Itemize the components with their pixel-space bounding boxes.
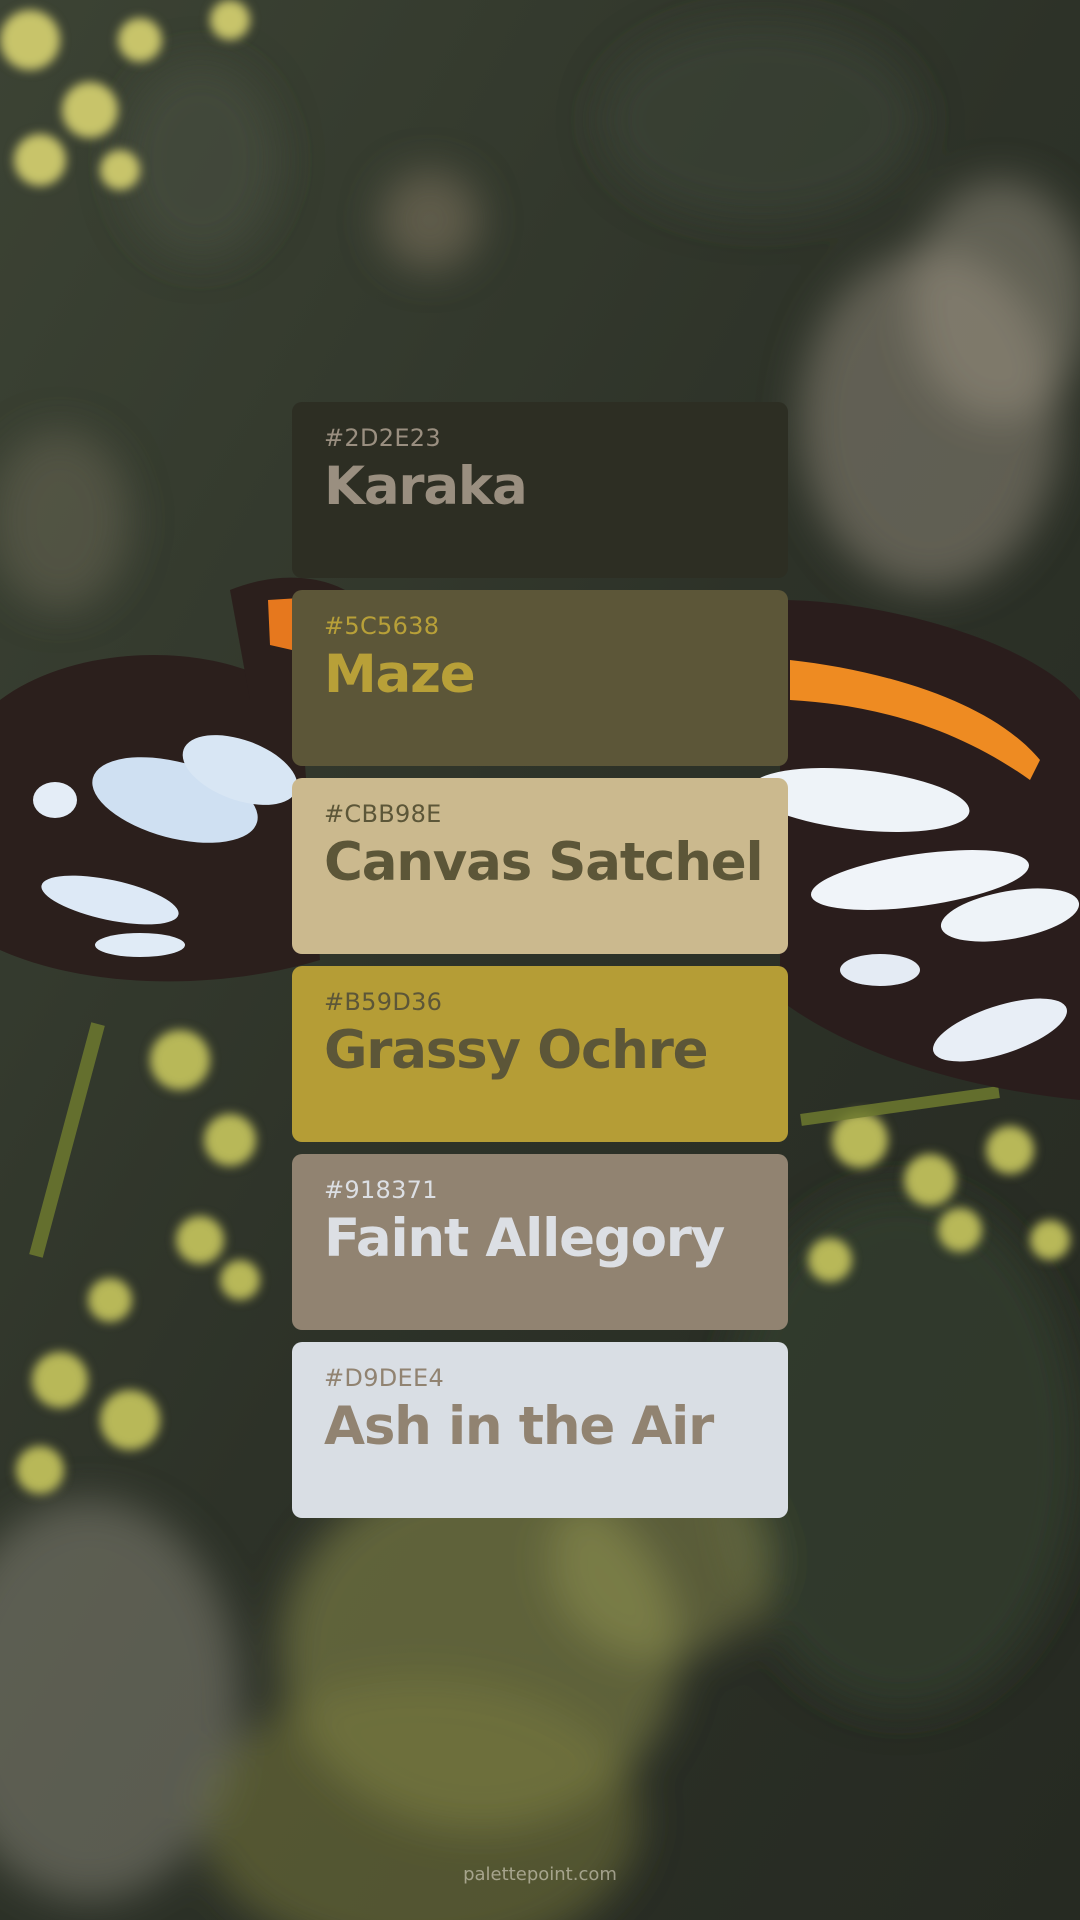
swatch-color-name: Maze: [324, 644, 476, 705]
background-photo: [0, 0, 1080, 1920]
swatch-color-name: Ash in the Air: [324, 1396, 714, 1457]
swatch-hex-code: #CBB98E: [324, 800, 442, 828]
swatch-color-name: Karaka: [324, 456, 528, 517]
swatch-hex-code: #918371: [324, 1176, 438, 1204]
color-swatch: #918371 Faint Allegory: [292, 1154, 788, 1330]
color-swatch: #CBB98E Canvas Satchel: [292, 778, 788, 954]
swatch-color-name: Faint Allegory: [324, 1208, 725, 1269]
site-credit: palettepoint.com: [463, 1864, 617, 1885]
color-swatch: #2D2E23 Karaka: [292, 402, 788, 578]
swatch-hex-code: #B59D36: [324, 988, 443, 1016]
swatch-hex-code: #5C5638: [324, 612, 440, 640]
swatch-color-name: Canvas Satchel: [324, 832, 764, 893]
swatch-hex-code: #2D2E23: [324, 424, 441, 452]
swatch-color-name: Grassy Ochre: [324, 1020, 709, 1081]
color-swatch: #D9DEE4 Ash in the Air: [292, 1342, 788, 1518]
color-swatch: #5C5638 Maze: [292, 590, 788, 766]
color-swatch: #B59D36 Grassy Ochre: [292, 966, 788, 1142]
swatch-hex-code: #D9DEE4: [324, 1364, 445, 1392]
